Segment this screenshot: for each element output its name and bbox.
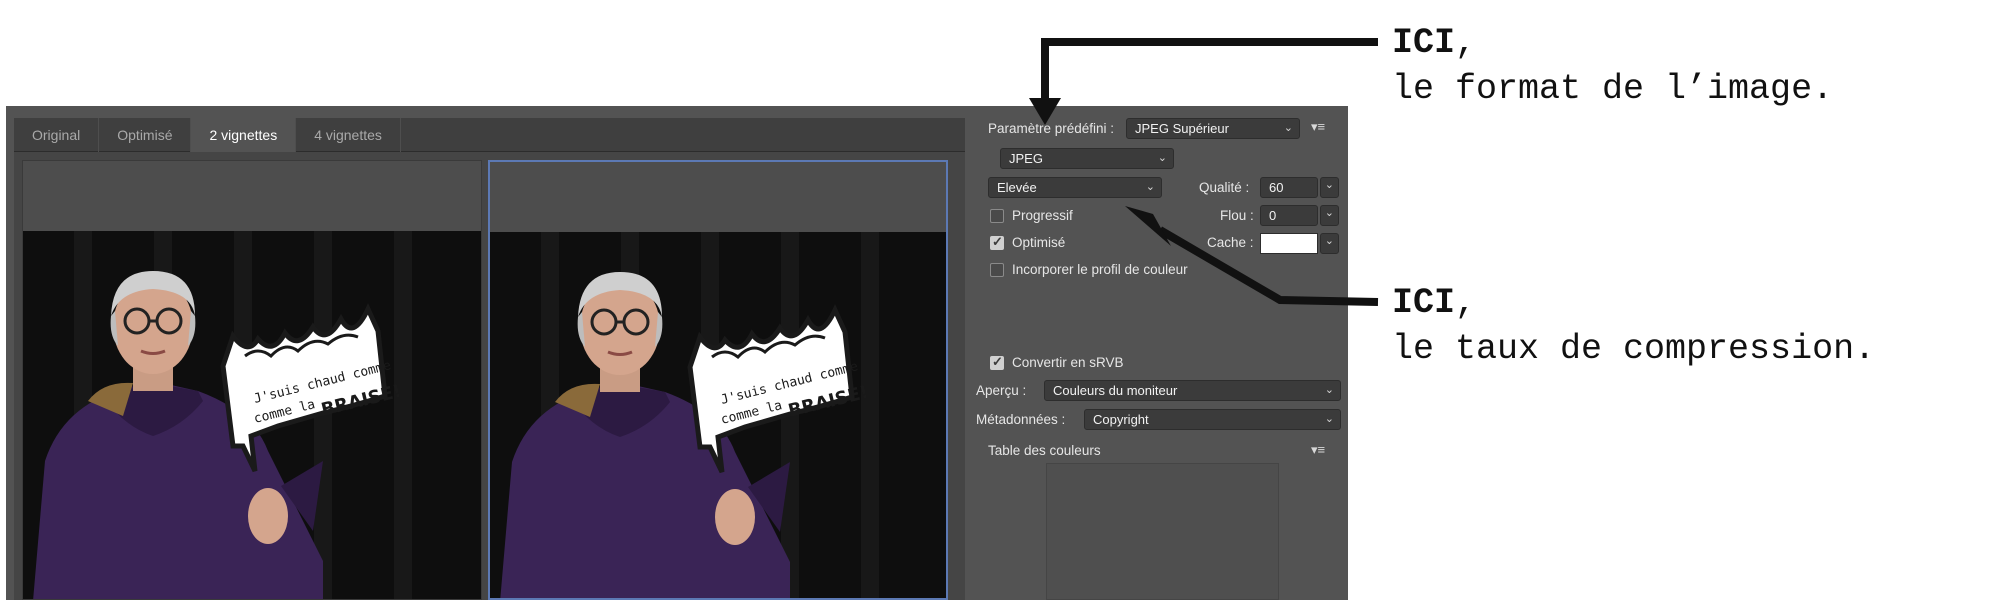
- preset-select[interactable]: JPEG Supérieur ⌄: [1126, 118, 1300, 139]
- chevron-down-icon: ⌄: [1324, 384, 1334, 396]
- tab-2-up[interactable]: 2 vignettes: [191, 118, 297, 152]
- annotation-compression-comma: ,: [1455, 283, 1477, 323]
- embed-profile-checkbox[interactable]: [990, 263, 1004, 277]
- blur-input[interactable]: 0: [1260, 205, 1318, 226]
- optimized-label: Optimisé: [1012, 235, 1066, 250]
- quality-label: Qualité :: [1199, 180, 1250, 195]
- view-tabs: Original Optimisé 2 vignettes 4 vignette…: [14, 118, 965, 152]
- save-for-web-dialog: Original Optimisé 2 vignettes 4 vignette…: [6, 106, 1348, 600]
- annotation-format-text: le format de l’image.: [1392, 69, 1834, 109]
- preview-image-right: J'suis chaud comme comme la BRAISE!: [490, 232, 946, 598]
- metadata-label: Métadonnées :: [976, 412, 1066, 427]
- preset-menu-icon[interactable]: ▾≡: [1311, 119, 1325, 135]
- preview-label: Aperçu :: [976, 383, 1027, 398]
- optimization-settings-panel: Paramètre prédéfini : JPEG Supérieur ⌄ ▾…: [966, 106, 1348, 600]
- progressive-label: Progressif: [1012, 208, 1073, 223]
- blur-label: Flou :: [1220, 208, 1254, 223]
- arrow-to-format: [1041, 38, 1378, 100]
- matte-dropdown[interactable]: ⌄: [1320, 233, 1339, 254]
- preset-value: JPEG Supérieur: [1135, 121, 1229, 136]
- chevron-down-icon: ⌄: [1324, 235, 1334, 247]
- optimized-checkbox[interactable]: [990, 234, 1004, 250]
- metadata-select[interactable]: Copyright ⌄: [1084, 409, 1341, 430]
- convert-srgb-checkbox[interactable]: [990, 354, 1004, 370]
- matte-label: Cache :: [1207, 235, 1254, 250]
- annotation-format-comma: ,: [1455, 23, 1477, 63]
- portrait-photo: J'suis chaud comme comme la BRAISE!: [490, 232, 946, 598]
- color-table: [1046, 463, 1279, 600]
- tab-optimized[interactable]: Optimisé: [99, 118, 192, 152]
- chevron-down-icon: ⌄: [1145, 181, 1155, 193]
- chevron-down-icon: ⌄: [1283, 122, 1293, 134]
- annotation-compression-text: le taux de compression.: [1392, 329, 1876, 369]
- metadata-value: Copyright: [1093, 412, 1149, 427]
- tab-4-up[interactable]: 4 vignettes: [296, 118, 401, 152]
- blur-stepper[interactable]: ⌄: [1320, 205, 1339, 226]
- embed-profile-label: Incorporer le profil de couleur: [1012, 262, 1188, 277]
- color-table-label: Table des couleurs: [988, 443, 1101, 458]
- annotation-format: ICI,: [1392, 26, 1476, 61]
- preview-image-left: J'suis chaud comme comme la BRAISE!: [23, 231, 481, 599]
- quality-stepper[interactable]: ⌄: [1320, 177, 1339, 198]
- color-table-menu-icon[interactable]: ▾≡: [1311, 442, 1325, 458]
- chevron-down-icon: ⌄: [1324, 179, 1334, 191]
- matte-color-swatch[interactable]: [1260, 233, 1318, 254]
- pane-info-bar: [23, 161, 481, 231]
- progressive-checkbox[interactable]: [990, 209, 1004, 223]
- annotation-compression-ici: ICI: [1392, 283, 1456, 323]
- chevron-down-icon: ⌄: [1324, 207, 1334, 219]
- preset-label: Paramètre prédéfini :: [988, 121, 1115, 136]
- preview-area: J'suis chaud comme comme la BRAISE! J'su…: [14, 152, 965, 600]
- convert-srgb-label: Convertir en sRVB: [1012, 355, 1124, 370]
- compression-value: Elevée: [997, 180, 1037, 195]
- portrait-photo: J'suis chaud comme comme la BRAISE!: [23, 231, 481, 599]
- chevron-down-icon: ⌄: [1157, 152, 1167, 164]
- format-value: JPEG: [1009, 151, 1043, 166]
- tab-original[interactable]: Original: [14, 118, 100, 152]
- chevron-down-icon: ⌄: [1324, 413, 1334, 425]
- pane-info-bar: [490, 162, 946, 232]
- preview-pane-right[interactable]: J'suis chaud comme comme la BRAISE!: [488, 160, 948, 600]
- annotation-format-ici: ICI: [1392, 23, 1456, 63]
- format-select[interactable]: JPEG ⌄: [1000, 148, 1174, 169]
- preview-value: Couleurs du moniteur: [1053, 383, 1178, 398]
- quality-input[interactable]: 60: [1260, 177, 1318, 198]
- annotation-compression: ICI,: [1392, 286, 1476, 321]
- preview-pane-left[interactable]: J'suis chaud comme comme la BRAISE!: [22, 160, 482, 600]
- compression-select[interactable]: Elevée ⌄: [988, 177, 1162, 198]
- preview-select[interactable]: Couleurs du moniteur ⌄: [1044, 380, 1341, 401]
